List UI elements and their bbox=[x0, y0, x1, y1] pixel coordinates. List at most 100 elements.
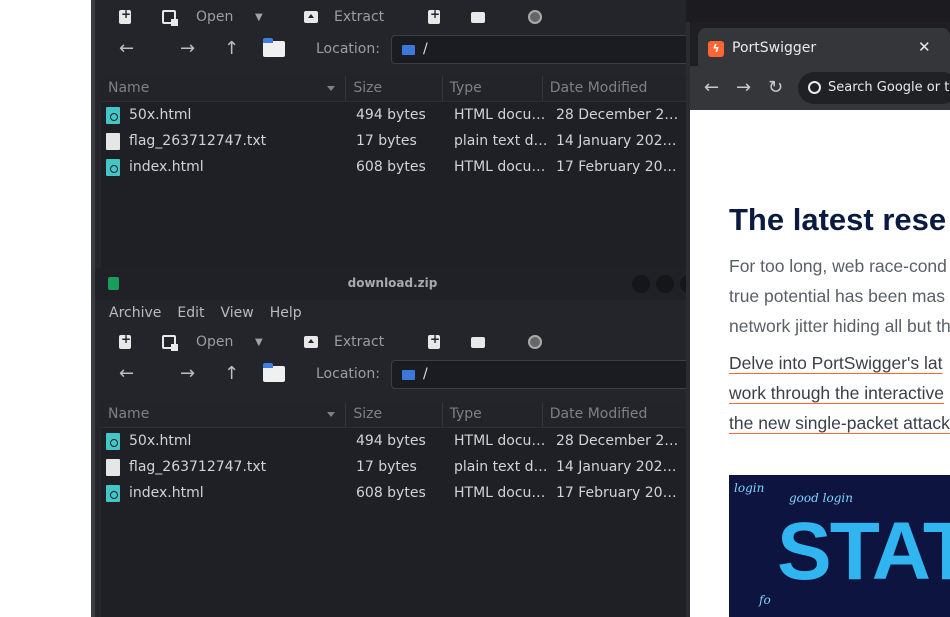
add-files-button[interactable] bbox=[428, 332, 440, 351]
up-arrow-icon[interactable]: ↑ bbox=[224, 38, 239, 60]
table-row[interactable]: flag_263712747.txt 17 bytes plain text d… bbox=[101, 128, 690, 154]
html-file-icon bbox=[106, 484, 120, 502]
back-arrow-icon[interactable]: ← bbox=[119, 363, 134, 385]
add-files-button[interactable] bbox=[428, 7, 440, 26]
extract-button[interactable]: Extract bbox=[304, 333, 384, 351]
article-link-paragraph[interactable]: Delve into PortSwigger's lat work throug… bbox=[729, 348, 950, 438]
open-dropdown-button[interactable]: ▼ bbox=[255, 8, 263, 26]
file-name: flag_263712747.txt bbox=[129, 133, 267, 149]
forward-arrow-icon[interactable]: → bbox=[180, 363, 195, 385]
file-size: 608 bytes bbox=[356, 159, 426, 175]
link-line[interactable]: work through the interactive bbox=[729, 378, 950, 408]
column-size[interactable]: Size bbox=[346, 76, 443, 101]
file-name: 50x.html bbox=[129, 107, 192, 123]
location-bar: ← → ↑ Location: / bbox=[95, 34, 690, 66]
table-row[interactable]: 50x.html 494 bytes HTML docu… 28 Decembe… bbox=[101, 102, 690, 128]
html-file-icon bbox=[106, 106, 120, 124]
table-row[interactable]: flag_263712747.txt 17 bytes plain text d… bbox=[101, 454, 690, 480]
open-button[interactable]: Open bbox=[162, 8, 233, 26]
column-type[interactable]: Type bbox=[443, 76, 543, 101]
forward-arrow-icon[interactable]: → bbox=[736, 77, 751, 98]
file-size: 17 bytes bbox=[356, 133, 417, 149]
file-type: plain text d… bbox=[454, 133, 548, 149]
window-titlebar[interactable]: download.zip bbox=[95, 268, 690, 300]
add-folder-icon bbox=[471, 11, 485, 23]
open-dropdown-button[interactable]: ▼ bbox=[255, 333, 263, 351]
file-date: 14 January 2025, 1… bbox=[556, 459, 683, 475]
extract-icon bbox=[304, 336, 318, 348]
text-file-icon bbox=[106, 458, 120, 476]
menu-edit[interactable]: Edit bbox=[177, 305, 204, 321]
forward-arrow-icon[interactable]: → bbox=[180, 38, 195, 60]
html-file-icon bbox=[106, 158, 120, 176]
archive-toolbar: Open ▼ Extract bbox=[95, 0, 690, 34]
column-headers: Name Size Type Date Modified bbox=[101, 402, 690, 428]
extract-label: Extract bbox=[334, 9, 385, 25]
new-document-icon bbox=[119, 7, 131, 24]
window-title: download.zip bbox=[347, 276, 438, 290]
stop-button[interactable] bbox=[528, 333, 542, 351]
home-folder-icon[interactable] bbox=[263, 38, 285, 58]
tab-portswigger[interactable]: ϟ PortSwigger ✕ bbox=[698, 28, 950, 66]
location-label: Location: bbox=[316, 41, 380, 57]
link-line[interactable]: Delve into PortSwigger's lat bbox=[729, 348, 950, 378]
column-name[interactable]: Name bbox=[101, 76, 347, 101]
menu-bar: Archive Edit View Help bbox=[95, 300, 690, 325]
home-folder-icon[interactable] bbox=[263, 363, 285, 383]
article-headline: The latest rese bbox=[729, 202, 947, 237]
folder-icon bbox=[402, 45, 415, 55]
location-input[interactable]: / bbox=[391, 35, 690, 64]
column-headers: Name Size Type Date Modified bbox=[101, 76, 690, 102]
extract-button[interactable]: Extract bbox=[304, 8, 384, 26]
tab-title: PortSwigger bbox=[732, 40, 817, 56]
omnibox-placeholder: Search Google or type bbox=[828, 80, 950, 95]
column-size[interactable]: Size bbox=[346, 402, 443, 427]
file-name: 50x.html bbox=[129, 433, 192, 449]
column-name[interactable]: Name bbox=[101, 402, 347, 427]
open-button[interactable]: Open bbox=[162, 333, 233, 351]
table-row[interactable]: 50x.html 494 bytes HTML docu… 28 Decembe… bbox=[101, 428, 690, 454]
folder-icon bbox=[402, 370, 415, 380]
stop-icon bbox=[528, 335, 542, 349]
table-row[interactable]: index.html 608 bytes HTML docu… 17 Febru… bbox=[101, 154, 690, 180]
file-date: 28 December 2019… bbox=[556, 107, 683, 123]
sort-down-icon bbox=[327, 412, 336, 417]
menu-help[interactable]: Help bbox=[270, 305, 302, 321]
menu-view[interactable]: View bbox=[221, 305, 254, 321]
location-input[interactable]: / bbox=[391, 360, 690, 389]
open-label: Open bbox=[196, 9, 234, 25]
browser-window: ϟ PortSwigger ✕ ← → ↻ Search Google or t… bbox=[686, 22, 950, 617]
open-icon bbox=[162, 335, 178, 351]
minimize-button[interactable] bbox=[632, 275, 650, 293]
menu-archive[interactable]: Archive bbox=[109, 305, 161, 321]
link-line[interactable]: the new single-packet attack bbox=[729, 408, 950, 438]
archive-toolbar: Open ▼ Extract bbox=[95, 325, 690, 359]
column-date-modified[interactable]: Date Modified bbox=[543, 402, 690, 427]
omnibox[interactable]: Search Google or type bbox=[798, 72, 950, 104]
file-type: HTML docu… bbox=[454, 159, 546, 175]
new-archive-button[interactable] bbox=[119, 7, 131, 26]
add-folder-button[interactable] bbox=[471, 8, 485, 26]
new-archive-button[interactable] bbox=[119, 332, 131, 351]
extract-icon bbox=[304, 11, 318, 23]
add-folder-button[interactable] bbox=[471, 333, 485, 351]
back-arrow-icon[interactable]: ← bbox=[704, 77, 719, 98]
file-size: 17 bytes bbox=[356, 459, 417, 475]
background-window-strip bbox=[686, 0, 950, 22]
file-name: flag_263712747.txt bbox=[129, 459, 267, 475]
text-file-icon bbox=[106, 132, 120, 150]
stop-icon bbox=[528, 10, 542, 24]
close-icon[interactable]: ✕ bbox=[918, 38, 931, 56]
table-row[interactable]: index.html 608 bytes HTML docu… 17 Febru… bbox=[101, 480, 690, 506]
web-page: The latest rese For too long, web race-c… bbox=[690, 110, 950, 617]
desktop-background bbox=[0, 0, 91, 617]
stop-button[interactable] bbox=[528, 8, 542, 26]
maximize-button[interactable] bbox=[656, 275, 674, 293]
up-arrow-icon[interactable]: ↑ bbox=[224, 363, 239, 385]
archive-manager-window: download.zip Archive Edit View Help Open… bbox=[95, 268, 690, 617]
reload-icon[interactable]: ↻ bbox=[768, 77, 783, 98]
column-type[interactable]: Type bbox=[443, 402, 543, 427]
column-date-modified[interactable]: Date Modified bbox=[543, 76, 690, 101]
back-arrow-icon[interactable]: ← bbox=[119, 38, 134, 60]
file-date: 17 February 2020, … bbox=[556, 485, 683, 501]
